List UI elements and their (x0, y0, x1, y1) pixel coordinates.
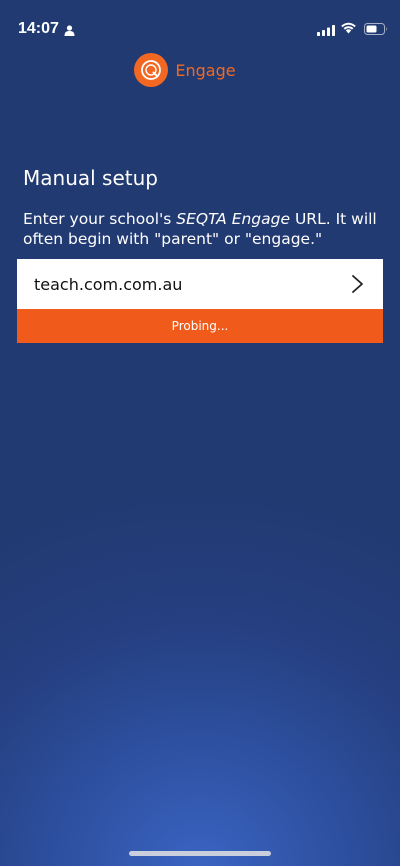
status-time: 14:07 (18, 20, 59, 37)
probing-status-text: Probing... (171, 319, 229, 333)
signal-icon (317, 23, 335, 41)
home-indicator[interactable] (129, 851, 271, 856)
instructions-before: Enter your school's (23, 210, 177, 228)
status-bar: 14:07 (0, 0, 400, 56)
chevron-right-icon[interactable] (351, 274, 365, 299)
brand-name: Engage (175, 60, 236, 80)
app-brand: Engage (0, 53, 400, 87)
probing-status-bar: Probing... (17, 309, 383, 343)
instructions-text: Enter your school's SEQTA Engage URL. It… (23, 209, 383, 249)
school-url-input[interactable] (17, 259, 337, 309)
instructions-product-name: SEQTA Engage (176, 210, 291, 228)
battery-icon (364, 22, 388, 40)
page-title: Manual setup (23, 166, 158, 190)
seqta-q-logo-icon (134, 53, 169, 87)
person-icon (64, 23, 75, 41)
wifi-icon (340, 21, 357, 39)
url-field-row (17, 259, 383, 309)
